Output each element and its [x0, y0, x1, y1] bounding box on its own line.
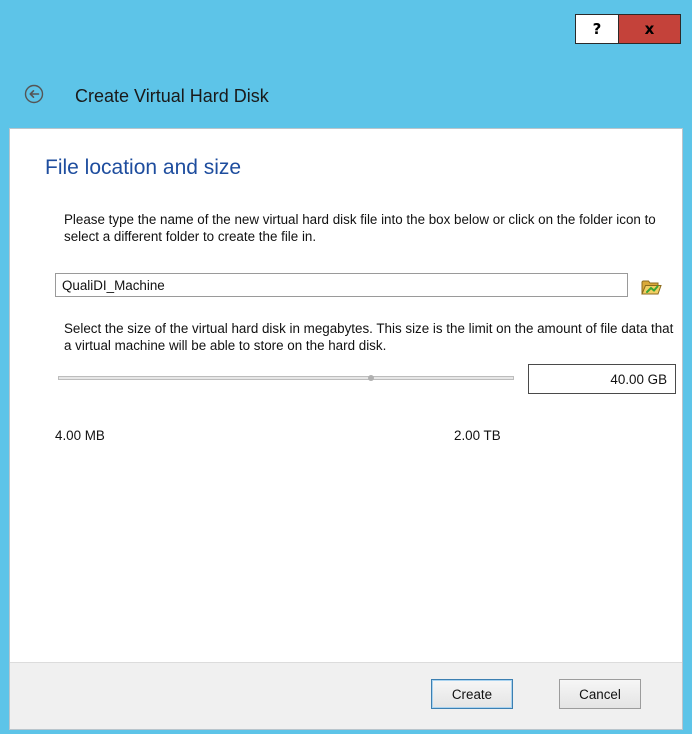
- size-description: Select the size of the virtual hard disk…: [64, 321, 674, 353]
- file-name-input[interactable]: [55, 273, 628, 297]
- dialog-title: Create Virtual Hard Disk: [75, 86, 269, 106]
- button-bar: Create Cancel: [10, 662, 682, 729]
- size-slider[interactable]: [56, 369, 518, 389]
- wizard-header: Create Virtual Hard Disk: [0, 62, 692, 128]
- location-description: Please type the name of the new virtual …: [64, 212, 656, 244]
- folder-open-icon[interactable]: [638, 273, 664, 299]
- cancel-button[interactable]: Cancel: [559, 679, 641, 709]
- back-arrow-icon[interactable]: [24, 84, 44, 104]
- close-button[interactable]: x: [619, 14, 681, 44]
- slider-handle[interactable]: [368, 375, 374, 381]
- section-title: File location and size: [45, 156, 242, 179]
- help-button[interactable]: ?: [575, 14, 619, 44]
- size-input[interactable]: [528, 364, 676, 394]
- slider-min-label: 4.00 MB: [55, 428, 105, 443]
- slider-track: [58, 376, 514, 380]
- slider-max-label: 2.00 TB: [454, 428, 501, 443]
- dialog-window: ? x Create Virtual Hard Disk File locati…: [0, 0, 692, 734]
- create-button[interactable]: Create: [431, 679, 513, 709]
